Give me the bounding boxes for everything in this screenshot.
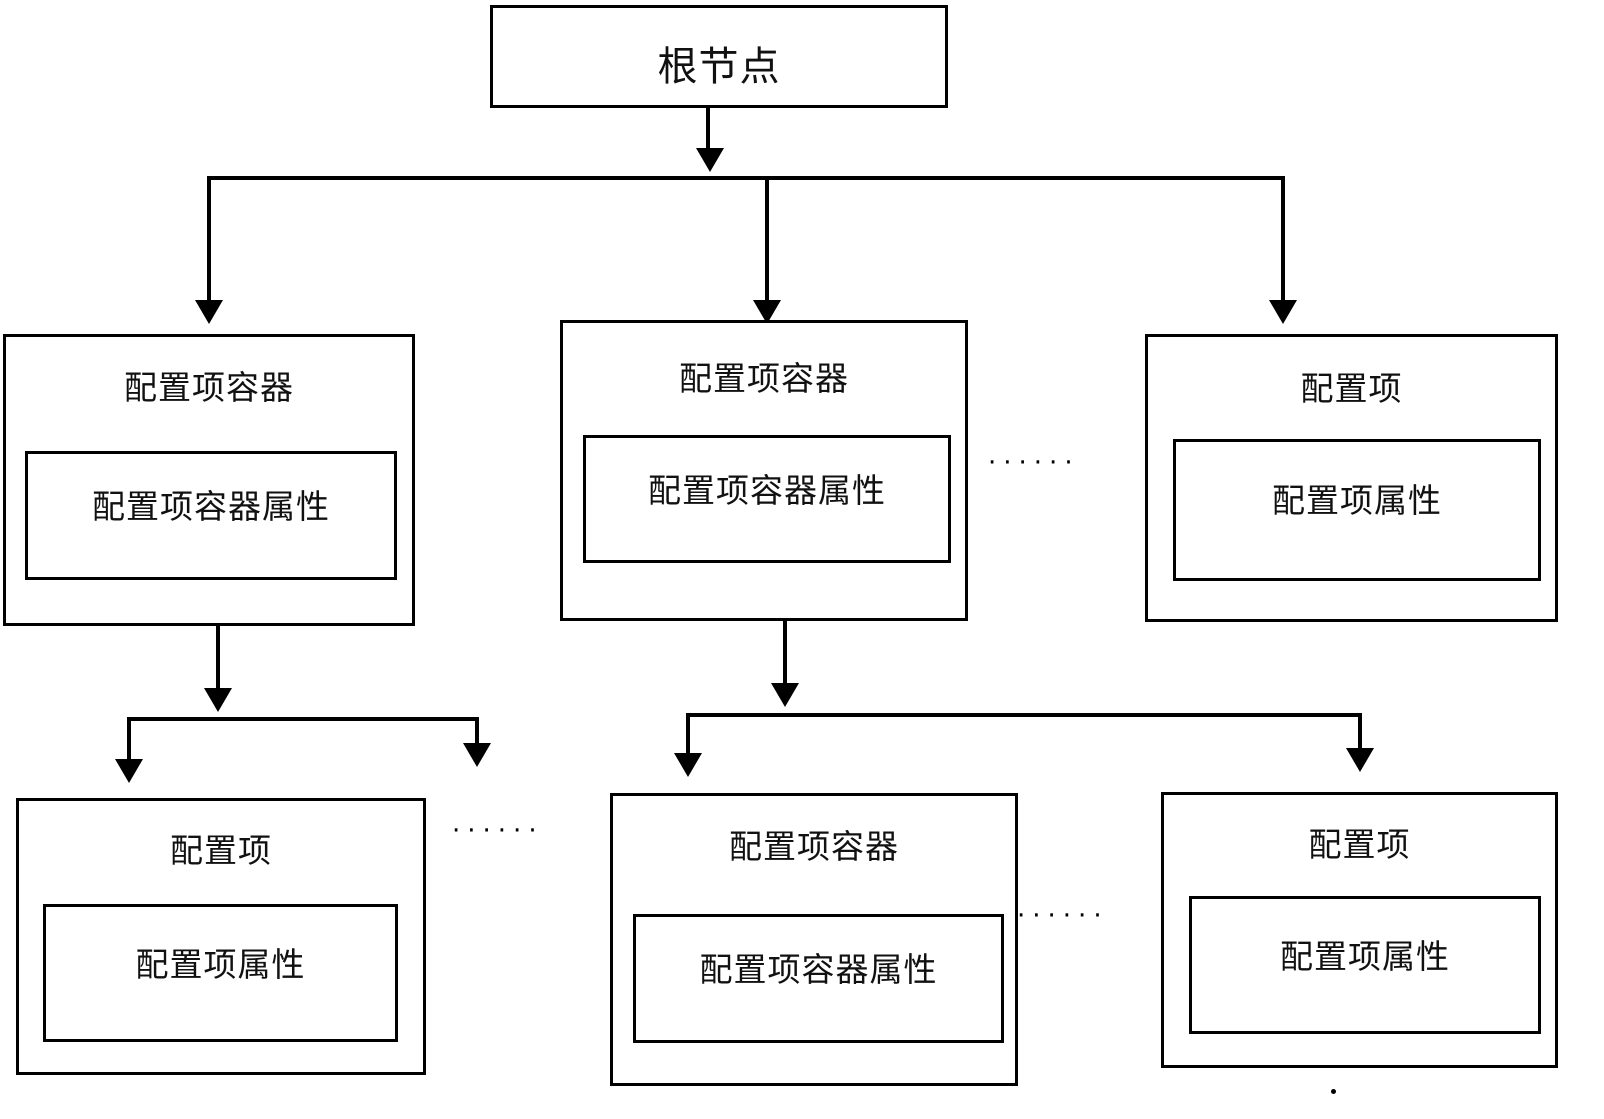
- edge-level2-0-stem: [216, 626, 220, 688]
- node-level2-2-attribute-label: 配置项属性: [1272, 482, 1442, 519]
- node-root-title: 根节点: [657, 45, 781, 89]
- node-level3-0: 配置项 配置项属性: [16, 798, 426, 1075]
- bus-level1-branch-left: [207, 176, 211, 300]
- node-level2-1-attribute-box: 配置项容器属性: [583, 435, 951, 563]
- node-level2-0-attribute-box: 配置项容器属性: [25, 451, 397, 580]
- ellipsis-level3-middle-gap: ······: [1017, 901, 1109, 931]
- bus-level2-left-arrow-0: [115, 759, 143, 783]
- edge-level2-1-stem: [783, 621, 787, 683]
- bus-level2-left-arrow-1: [463, 743, 491, 767]
- bus-level2-middle-branch-0: [686, 713, 690, 753]
- node-level2-2-attribute-box: 配置项属性: [1173, 439, 1541, 581]
- node-level2-1-attribute-label: 配置项容器属性: [648, 472, 886, 509]
- bus-level2-middle-arrow-1: [1346, 748, 1374, 772]
- node-level3-0-attribute-box: 配置项属性: [43, 904, 398, 1042]
- node-level3-0-attribute-label: 配置项属性: [135, 946, 306, 983]
- node-level3-1-attribute-label: 配置项容器属性: [699, 951, 938, 988]
- node-level3-2-attribute-box: 配置项属性: [1189, 896, 1541, 1034]
- node-level3-2-attribute-label: 配置项属性: [1280, 938, 1450, 975]
- node-level2-0-title: 配置项容器: [124, 369, 294, 406]
- bus-level2-left: [127, 717, 479, 721]
- node-level2-1: 配置项容器 配置项容器属性: [560, 320, 968, 621]
- ellipsis-level3-left-gap: ······: [452, 816, 544, 846]
- node-level3-1-title: 配置项容器: [729, 828, 899, 865]
- node-level3-0-title: 配置项: [170, 832, 272, 869]
- bus-level1-arrow-right: [1269, 300, 1297, 324]
- node-level3-1: 配置项容器 配置项容器属性: [610, 793, 1018, 1086]
- edge-level2-0-stem-arrow: [204, 688, 232, 712]
- bus-level2-middle-arrow-0: [674, 753, 702, 777]
- node-level3-2-title: 配置项: [1308, 826, 1411, 863]
- node-root: 根节点: [490, 5, 948, 108]
- node-level2-2: 配置项 配置项属性: [1145, 334, 1558, 622]
- bus-level1-branch-middle: [765, 176, 769, 300]
- bus-level1-branch-right: [1281, 176, 1285, 300]
- node-level2-0: 配置项容器 配置项容器属性: [3, 334, 415, 626]
- bus-level2-middle-branch-1: [1358, 713, 1362, 748]
- bus-level1-arrow-left: [195, 300, 223, 324]
- edge-root-stem-arrow: [696, 148, 724, 172]
- bus-level2-left-branch-1: [475, 717, 479, 743]
- node-level2-0-attribute-label: 配置项容器属性: [92, 488, 330, 525]
- bus-level1: [207, 176, 1285, 180]
- ellipsis-level2-gap: ······: [988, 448, 1080, 478]
- node-level2-1-title: 配置项容器: [679, 360, 849, 397]
- diagram-canvas: 根节点 配置项容器 配置项容器属性 配置项容器 配置项容器属性 ······ 配…: [0, 0, 1604, 1119]
- node-level3-1-attribute-box: 配置项容器属性: [633, 914, 1004, 1043]
- edge-root-stem: [706, 108, 710, 148]
- node-level3-2: 配置项 配置项属性: [1161, 792, 1558, 1068]
- bus-level2-middle: [686, 713, 1362, 717]
- bus-level2-left-branch-0: [127, 717, 131, 759]
- node-level2-2-title: 配置项: [1300, 370, 1403, 407]
- edge-level2-1-stem-arrow: [771, 683, 799, 707]
- scan-artifact-dot: [1331, 1089, 1336, 1094]
